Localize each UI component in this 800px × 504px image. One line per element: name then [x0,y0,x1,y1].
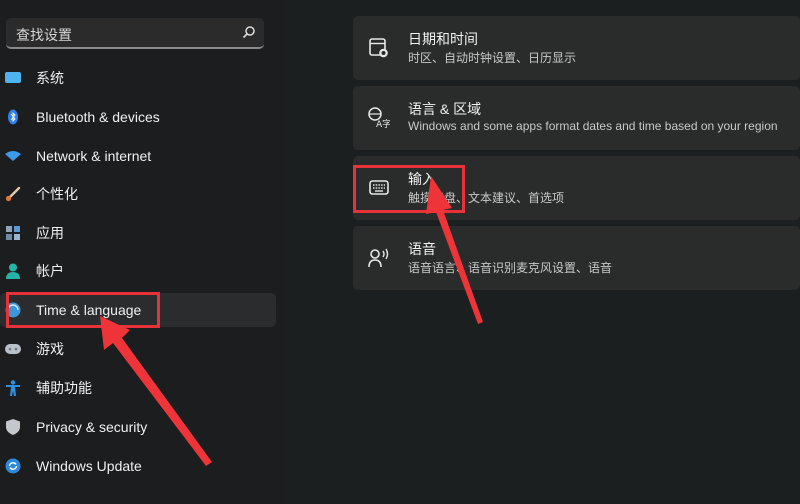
card-title: 语音 [408,241,436,257]
card-title: 语言 & 区域 [408,101,482,117]
sidebar-item-time-language[interactable]: Time & language [0,293,276,327]
sidebar-item-label: 应用 [36,225,64,241]
card-speech[interactable]: 语音 语音语言、语音识别麦克风设置、语音 [353,226,800,290]
calendar-clock-icon [367,36,391,60]
shield-icon [4,418,22,436]
sidebar-item-apps[interactable]: 应用 [0,216,276,250]
card-subtitle: 触摸键盘、文本建议、首选项 [408,191,565,205]
paintbrush-icon [4,185,22,203]
sidebar-item-label: Time & language [36,302,142,318]
card-title: 日期和时间 [408,31,478,47]
sidebar-item-bluetooth[interactable]: Bluetooth & devices [0,100,276,134]
sidebar-item-accessibility[interactable]: 辅助功能 [0,371,276,405]
svg-text:A字: A字 [376,118,390,129]
sidebar-item-label: Windows Update [36,458,142,474]
card-typing[interactable]: 输入 触摸键盘、文本建议、首选项 [353,156,800,220]
accessibility-icon [4,379,22,397]
sidebar-item-label: Bluetooth & devices [36,109,160,125]
person-icon [4,262,22,280]
sidebar-item-network[interactable]: Network & internet [0,139,276,173]
sidebar-item-windows-update[interactable]: Windows Update [0,449,276,483]
bluetooth-icon [4,108,22,126]
card-language-region[interactable]: A字 语言 & 区域 Windows and some apps format … [353,86,800,150]
card-subtitle: Windows and some apps format dates and t… [408,119,778,133]
search-placeholder: 查找设置 [16,27,72,43]
sidebar-item-label: 游戏 [36,341,64,357]
sidebar-item-label: 系统 [36,70,64,86]
sidebar-item-label: 个性化 [36,186,78,202]
sidebar-item-privacy[interactable]: Privacy & security [0,410,276,444]
keyboard-icon [367,176,391,200]
monitor-icon [4,69,22,87]
card-title: 输入 [408,171,436,187]
speech-icon [367,246,391,270]
sidebar-item-personalization[interactable]: 个性化 [0,177,276,211]
sidebar-item-label: 帐户 [36,263,64,279]
sidebar-item-gaming[interactable]: 游戏 [0,332,276,366]
wifi-icon [4,147,22,165]
sidebar: 查找设置 系统 Bluetooth & devices Network & in… [0,0,285,504]
language-icon: A字 [367,106,391,130]
sidebar-item-label: Network & internet [36,148,152,164]
sidebar-item-label: 辅助功能 [36,380,92,396]
sidebar-item-system[interactable]: 系统 [0,61,276,95]
gamepad-icon [4,340,22,358]
globe-clock-icon [4,301,22,319]
card-subtitle: 时区、自动时钟设置、日历显示 [408,51,577,65]
apps-icon [4,224,22,242]
card-date-time[interactable]: 日期和时间 时区、自动时钟设置、日历显示 [353,16,800,80]
search-icon[interactable] [242,25,256,39]
update-icon [4,457,22,475]
search-input[interactable]: 查找设置 [6,18,264,49]
sidebar-item-label: Privacy & security [36,419,148,435]
sidebar-item-accounts[interactable]: 帐户 [0,254,276,288]
card-subtitle: 语音语言、语音识别麦克风设置、语音 [408,261,613,275]
